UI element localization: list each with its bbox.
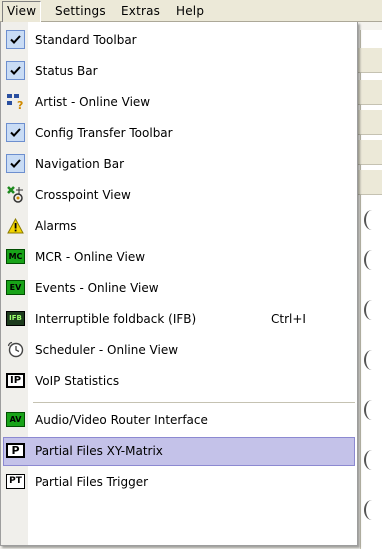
- background-shape: [364, 400, 380, 420]
- menu-item-standard-toolbar[interactable]: Standard Toolbar: [3, 26, 355, 55]
- background-toolbar: [355, 80, 382, 105]
- menu-item-ifb[interactable]: IFB Interruptible foldback (IFB) Ctrl+I: [3, 305, 355, 334]
- warning-icon: [6, 216, 25, 235]
- menu-item-scheduler-online-view[interactable]: Scheduler - Online View: [3, 336, 355, 365]
- menu-item-label: Partial Files Trigger: [35, 475, 149, 489]
- menu-item-label: Audio/Video Router Interface: [35, 413, 208, 427]
- background-shape: [364, 450, 380, 470]
- menu-item-av-router-interface[interactable]: AV Audio/Video Router Interface: [3, 406, 355, 435]
- background-toolbar: [355, 110, 382, 135]
- menu-item-label: Status Bar: [35, 64, 98, 78]
- svg-text:?: ?: [17, 99, 23, 111]
- menu-item-voip-statistics[interactable]: IP VoIP Statistics: [3, 367, 355, 396]
- menu-bar: View Settings Extras Help: [0, 0, 382, 22]
- check-icon: [6, 61, 25, 80]
- menu-item-status-bar[interactable]: Status Bar: [3, 57, 355, 86]
- partial-files-icon: P: [6, 441, 25, 460]
- menu-item-label: MCR - Online View: [35, 250, 146, 264]
- menu-item-label: Alarms: [35, 219, 77, 233]
- menu-item-label: Config Transfer Toolbar: [35, 126, 173, 140]
- background-shape: [364, 350, 380, 370]
- artist-icon: ?: [6, 92, 25, 111]
- menu-item-mcr-online-view[interactable]: MC MCR - Online View: [3, 243, 355, 272]
- menu-item-label: Artist - Online View: [35, 95, 151, 109]
- ifb-icon: IFB: [6, 309, 25, 328]
- menu-item-label: Partial Files XY-Matrix: [35, 444, 163, 458]
- menu-help[interactable]: Help: [172, 2, 208, 20]
- menu-item-label: Scheduler - Online View: [35, 343, 179, 357]
- menu-view[interactable]: View: [2, 1, 42, 22]
- background-shape: [364, 300, 380, 320]
- menu-item-partial-files-xy-matrix[interactable]: P Partial Files XY-Matrix: [3, 437, 355, 466]
- menu-item-partial-files-trigger[interactable]: PT Partial Files Trigger: [3, 468, 355, 497]
- av-router-icon: AV: [6, 410, 25, 429]
- check-icon: [6, 123, 25, 142]
- menu-settings[interactable]: Settings: [51, 2, 110, 20]
- background-toolbar: [355, 140, 382, 165]
- background-shape: [364, 210, 380, 230]
- menu-item-label: VoIP Statistics: [35, 374, 120, 388]
- background-shape: [364, 500, 380, 520]
- menu-item-label: Navigation Bar: [35, 157, 125, 171]
- events-icon: EV: [6, 278, 25, 297]
- partial-files-trigger-icon: PT: [6, 472, 25, 491]
- menu-item-config-transfer-toolbar[interactable]: Config Transfer Toolbar: [3, 119, 355, 148]
- menu-separator: [33, 402, 355, 403]
- voip-icon: IP: [6, 371, 25, 390]
- check-icon: [6, 30, 25, 49]
- menu-extras[interactable]: Extras: [117, 2, 164, 20]
- check-icon: [6, 154, 25, 173]
- menu-item-label: Interruptible foldback (IFB): [35, 312, 197, 326]
- background-shape: [364, 250, 380, 270]
- menu-item-events-online-view[interactable]: EV Events - Online View: [3, 274, 355, 303]
- menu-item-alarms[interactable]: Alarms: [3, 212, 355, 241]
- background-toolbar: [355, 170, 382, 195]
- mcr-icon: MC: [6, 247, 25, 266]
- menu-item-label: Crosspoint View: [35, 188, 131, 202]
- scheduler-icon: [6, 340, 25, 359]
- view-dropdown-menu: Standard Toolbar Status Bar ? Artist - O…: [0, 22, 358, 546]
- background-panel: [360, 30, 382, 549]
- menu-item-label: Standard Toolbar: [35, 33, 137, 47]
- menu-item-shortcut: Ctrl+I: [271, 312, 306, 326]
- menu-item-artist-online-view[interactable]: ? Artist - Online View: [3, 88, 355, 117]
- background-toolbar: [355, 48, 382, 73]
- crosspoint-icon: [6, 185, 25, 204]
- menu-item-navigation-bar[interactable]: Navigation Bar: [3, 150, 355, 179]
- menu-item-crosspoint-view[interactable]: Crosspoint View: [3, 181, 355, 210]
- menu-item-label: Events - Online View: [35, 281, 159, 295]
